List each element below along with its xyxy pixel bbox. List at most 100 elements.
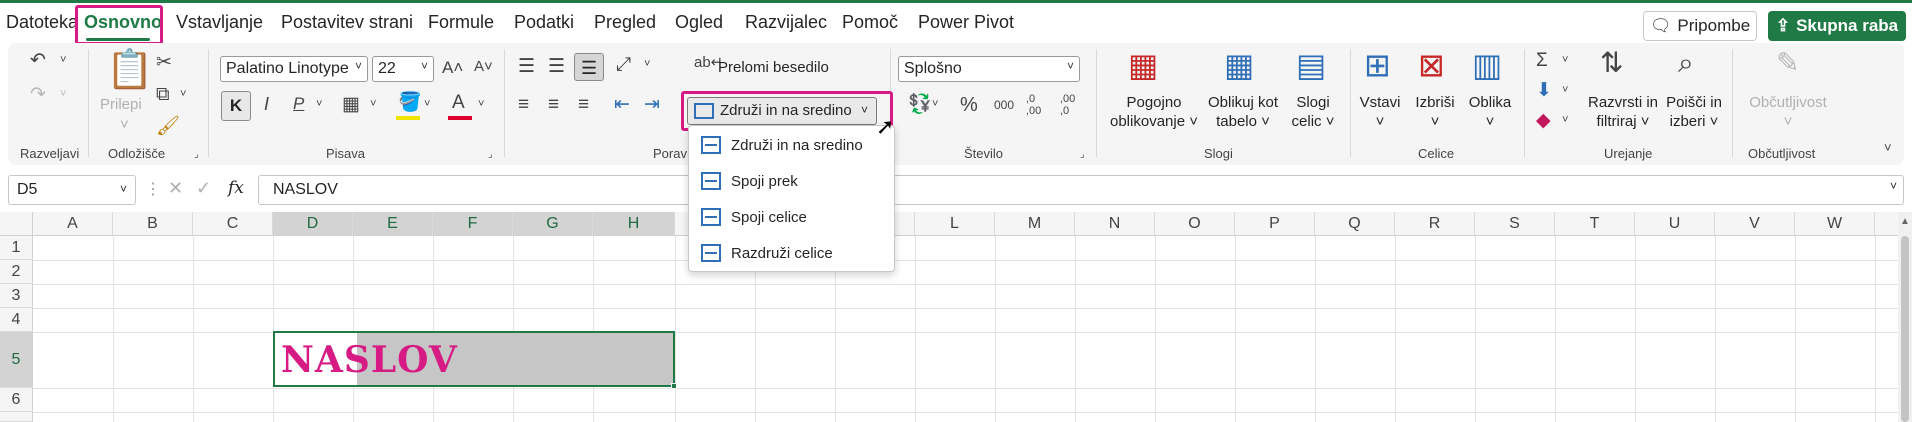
paste-icon[interactable]: 📋	[106, 51, 153, 89]
font-color-button[interactable]: A	[452, 93, 465, 112]
column-header[interactable]: M	[995, 212, 1075, 236]
grow-font-button[interactable]: A˄	[442, 59, 463, 76]
tab-data[interactable]: Podatki	[514, 12, 574, 33]
tab-insert[interactable]: Vstavljanje	[176, 12, 263, 33]
fill-dropdown-icon[interactable]: ˅	[424, 99, 430, 110]
autosum-dropdown-icon[interactable]: ˅	[1562, 55, 1568, 66]
dialog-launcher-icon[interactable]: ⌟	[488, 149, 493, 160]
undo-icon[interactable]: ↶	[30, 51, 46, 70]
select-all-corner[interactable]	[0, 212, 33, 236]
format-cells-button[interactable]: Oblika ˅	[1462, 93, 1518, 131]
fill-dropdown-icon[interactable]: ˅	[1562, 85, 1568, 96]
align-bottom-button[interactable]: ☰	[574, 53, 604, 81]
row-header[interactable]: 2	[0, 260, 33, 284]
clear-dropdown-icon[interactable]: ˅	[1562, 115, 1568, 126]
wrap-text-button[interactable]: Prelomi besedilo	[718, 59, 829, 76]
comma-style-button[interactable]: 000	[994, 99, 1014, 111]
font-size-combo[interactable]: 22 ˅	[372, 56, 434, 82]
column-header[interactable]: A	[33, 212, 113, 236]
percent-style-button[interactable]: %	[960, 95, 978, 115]
fill-icon[interactable]: ⬇	[1536, 81, 1552, 100]
shrink-font-button[interactable]: A˅	[474, 59, 493, 74]
fill-handle[interactable]	[671, 383, 677, 389]
delete-cells-button[interactable]: Izbriši ˅	[1408, 93, 1462, 131]
column-header[interactable]: W	[1795, 212, 1875, 236]
column-header[interactable]: N	[1075, 212, 1155, 236]
tab-formulas[interactable]: Formule	[428, 12, 494, 33]
row-header[interactable]: 6	[0, 388, 33, 412]
selected-range-d5-h5[interactable]: NASLOV	[273, 331, 675, 387]
column-header[interactable]: V	[1715, 212, 1795, 236]
menu-item-unmerge-cells[interactable]: Razdruži celice	[701, 238, 886, 268]
column-header[interactable]: R	[1395, 212, 1475, 236]
italic-button[interactable]: I	[264, 95, 269, 113]
tab-page-layout[interactable]: Postavitev strani	[281, 12, 413, 33]
tab-view[interactable]: Ogled	[675, 12, 723, 33]
row-header[interactable]	[0, 412, 33, 422]
copy-dropdown-icon[interactable]: ˅	[180, 89, 186, 100]
column-header[interactable]: C	[193, 212, 273, 236]
tab-review[interactable]: Pregled	[594, 12, 656, 33]
redo-icon[interactable]: ↷	[30, 85, 46, 104]
cut-icon[interactable]: ✂	[156, 53, 172, 72]
column-header[interactable]: S	[1475, 212, 1555, 236]
formula-input[interactable]: NASLOV	[258, 175, 1904, 205]
borders-icon[interactable]: ▦	[342, 95, 360, 114]
menu-item-merge-center[interactable]: Združi in na sredino	[701, 130, 886, 160]
column-header[interactable]: L	[915, 212, 995, 236]
borders-dropdown-icon[interactable]: ˅	[370, 99, 376, 110]
insert-function-button[interactable]: fx	[228, 178, 244, 198]
align-left-icon[interactable]: ≡	[518, 95, 529, 114]
column-header[interactable]: B	[113, 212, 193, 236]
row-header[interactable]: 5	[0, 332, 33, 388]
collapse-ribbon-icon[interactable]: ˅	[1884, 141, 1892, 154]
conditional-formatting-button[interactable]: Pogojno oblikovanje ˅	[1100, 93, 1208, 131]
undo-dropdown-icon[interactable]: ˅	[60, 55, 66, 66]
accounting-dropdown-icon[interactable]: ˅	[932, 99, 938, 110]
font-color-dropdown-icon[interactable]: ˅	[478, 99, 484, 110]
find-select-button[interactable]: Poišči in izberi ˅	[1660, 93, 1728, 131]
tab-power-pivot[interactable]: Power Pivot	[918, 12, 1014, 33]
align-center-icon[interactable]: ≡	[548, 95, 559, 114]
column-header[interactable]: G	[513, 212, 593, 236]
column-header[interactable]: O	[1155, 212, 1235, 236]
format-painter-icon[interactable]: 🖌	[156, 117, 180, 136]
column-header[interactable]: E	[353, 212, 433, 236]
decrease-decimal-button[interactable]: ,00 ,0	[1060, 93, 1082, 117]
underline-button[interactable]: P	[293, 95, 304, 112]
enter-icon[interactable]: ✓	[196, 178, 211, 199]
clear-icon[interactable]: ◆	[1536, 111, 1551, 130]
scrollbar-thumb[interactable]	[1901, 236, 1909, 422]
orientation-icon[interactable]: ⤢	[616, 55, 631, 74]
number-format-combo[interactable]: Splošno ˅	[898, 56, 1080, 82]
column-header[interactable]: F	[433, 212, 513, 236]
name-box[interactable]: D5 ˅	[8, 175, 136, 205]
column-header[interactable]: D	[273, 212, 353, 236]
column-header[interactable]: Q	[1315, 212, 1395, 236]
row-header[interactable]: 4	[0, 308, 33, 332]
fill-color-icon[interactable]: 🪣	[398, 93, 422, 112]
align-middle-icon[interactable]: ☰	[548, 57, 565, 76]
increase-decimal-button[interactable]: ,0 ,00	[1026, 93, 1048, 117]
paste-dropdown-icon[interactable]: ˅	[120, 115, 129, 134]
font-name-combo[interactable]: Palatino Linotype ˅	[220, 56, 368, 82]
align-right-icon[interactable]: ≡	[578, 95, 589, 114]
scroll-up-icon[interactable]: ▲	[1900, 216, 1910, 227]
align-top-icon[interactable]: ☰	[518, 57, 535, 76]
copy-icon[interactable]: ⧉	[156, 85, 170, 104]
row-header[interactable]: 1	[0, 236, 33, 260]
column-header[interactable]: T	[1555, 212, 1635, 236]
paste-button[interactable]: Prilepi	[100, 95, 142, 114]
tab-file[interactable]: Datoteka	[6, 12, 78, 33]
expand-formula-icon[interactable]: ˅	[1890, 179, 1897, 193]
decrease-indent-icon[interactable]: ⇤	[614, 95, 630, 114]
orientation-dropdown-icon[interactable]: ˅	[644, 59, 650, 70]
accounting-format-icon[interactable]: 💱	[908, 95, 932, 114]
bold-button[interactable]: K	[221, 91, 251, 121]
insert-cells-button[interactable]: Vstavi ˅	[1354, 93, 1406, 131]
row-header[interactable]: 3	[0, 284, 33, 308]
cancel-icon[interactable]: ✕	[168, 178, 183, 199]
tab-help[interactable]: Pomoč	[842, 12, 898, 33]
format-as-table-button[interactable]: Oblikuj kot tabelo ˅	[1198, 93, 1288, 131]
dialog-launcher-icon[interactable]: ⌟	[194, 149, 199, 160]
